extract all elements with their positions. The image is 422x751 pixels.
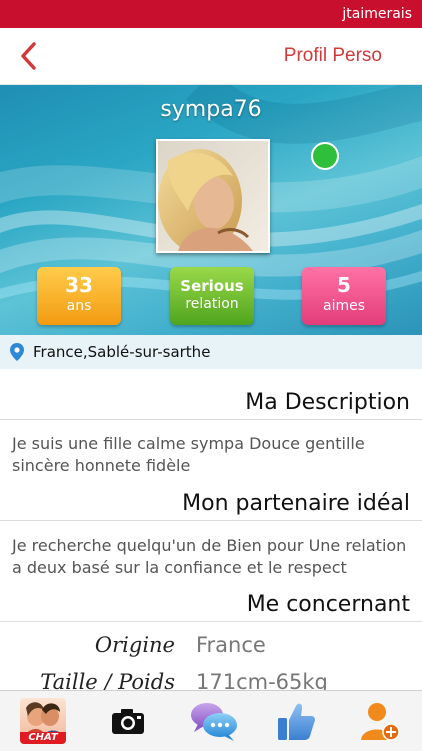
nav-bar: Profil Perso: [0, 28, 422, 85]
likes-value: 5: [337, 273, 351, 297]
tab-bar: CHAT: [0, 690, 422, 751]
chat-label: CHAT: [20, 732, 66, 744]
location-row: France,Sablé-sur-sarthe: [0, 335, 422, 369]
chat-icon: CHAT: [20, 698, 66, 744]
divider: [0, 621, 422, 622]
like-icon: [278, 703, 315, 740]
ideal-partner-title: Mon partenaire idéal: [182, 491, 410, 516]
profile-header: sympa76 33 ans Serious relation 5 aimes: [0, 85, 422, 335]
relation-label: relation: [185, 296, 239, 312]
divider: [0, 419, 422, 420]
location-pin-icon: [10, 343, 24, 361]
age-value: 33: [65, 273, 93, 297]
page-title: Profil Perso: [283, 45, 382, 66]
likes-label: aimes: [322, 298, 365, 314]
relation-value: Serious: [180, 277, 244, 295]
age-label: ans: [66, 298, 92, 314]
tab-add-user[interactable]: [336, 691, 420, 751]
description-title: Ma Description: [245, 390, 410, 415]
age-badge: 33 ans: [37, 267, 121, 325]
tab-chat[interactable]: CHAT: [0, 691, 84, 751]
messages-icon: [191, 703, 237, 741]
username: sympa76: [160, 97, 262, 122]
avatar[interactable]: [156, 139, 270, 253]
origin-value: France: [196, 633, 266, 657]
app-name: jtaimerais: [342, 6, 412, 22]
description-text: Je suis une fille calme sympa Douce gent…: [12, 434, 365, 475]
tab-camera[interactable]: [84, 691, 168, 751]
relation-badge: Serious relation: [170, 267, 254, 325]
tab-messages[interactable]: [168, 691, 252, 751]
chevron-left-icon: [21, 42, 36, 70]
location-text: France,Sablé-sur-sarthe: [33, 343, 211, 361]
about-me-title: Me concernant: [246, 592, 410, 617]
origin-label: Origine: [94, 633, 175, 657]
add-user-icon: [361, 703, 400, 741]
likes-badge[interactable]: 5 aimes: [302, 267, 386, 325]
divider: [0, 520, 422, 521]
status-bar: jtaimerais: [0, 0, 422, 28]
tab-likes[interactable]: [252, 691, 336, 751]
camera-icon: [112, 709, 144, 734]
ideal-partner-text: Je recherche quelqu'un de Bien pour Une …: [12, 536, 407, 577]
back-button[interactable]: [14, 40, 44, 72]
online-status-indicator: [311, 142, 339, 170]
avatar-photo: [158, 141, 268, 251]
